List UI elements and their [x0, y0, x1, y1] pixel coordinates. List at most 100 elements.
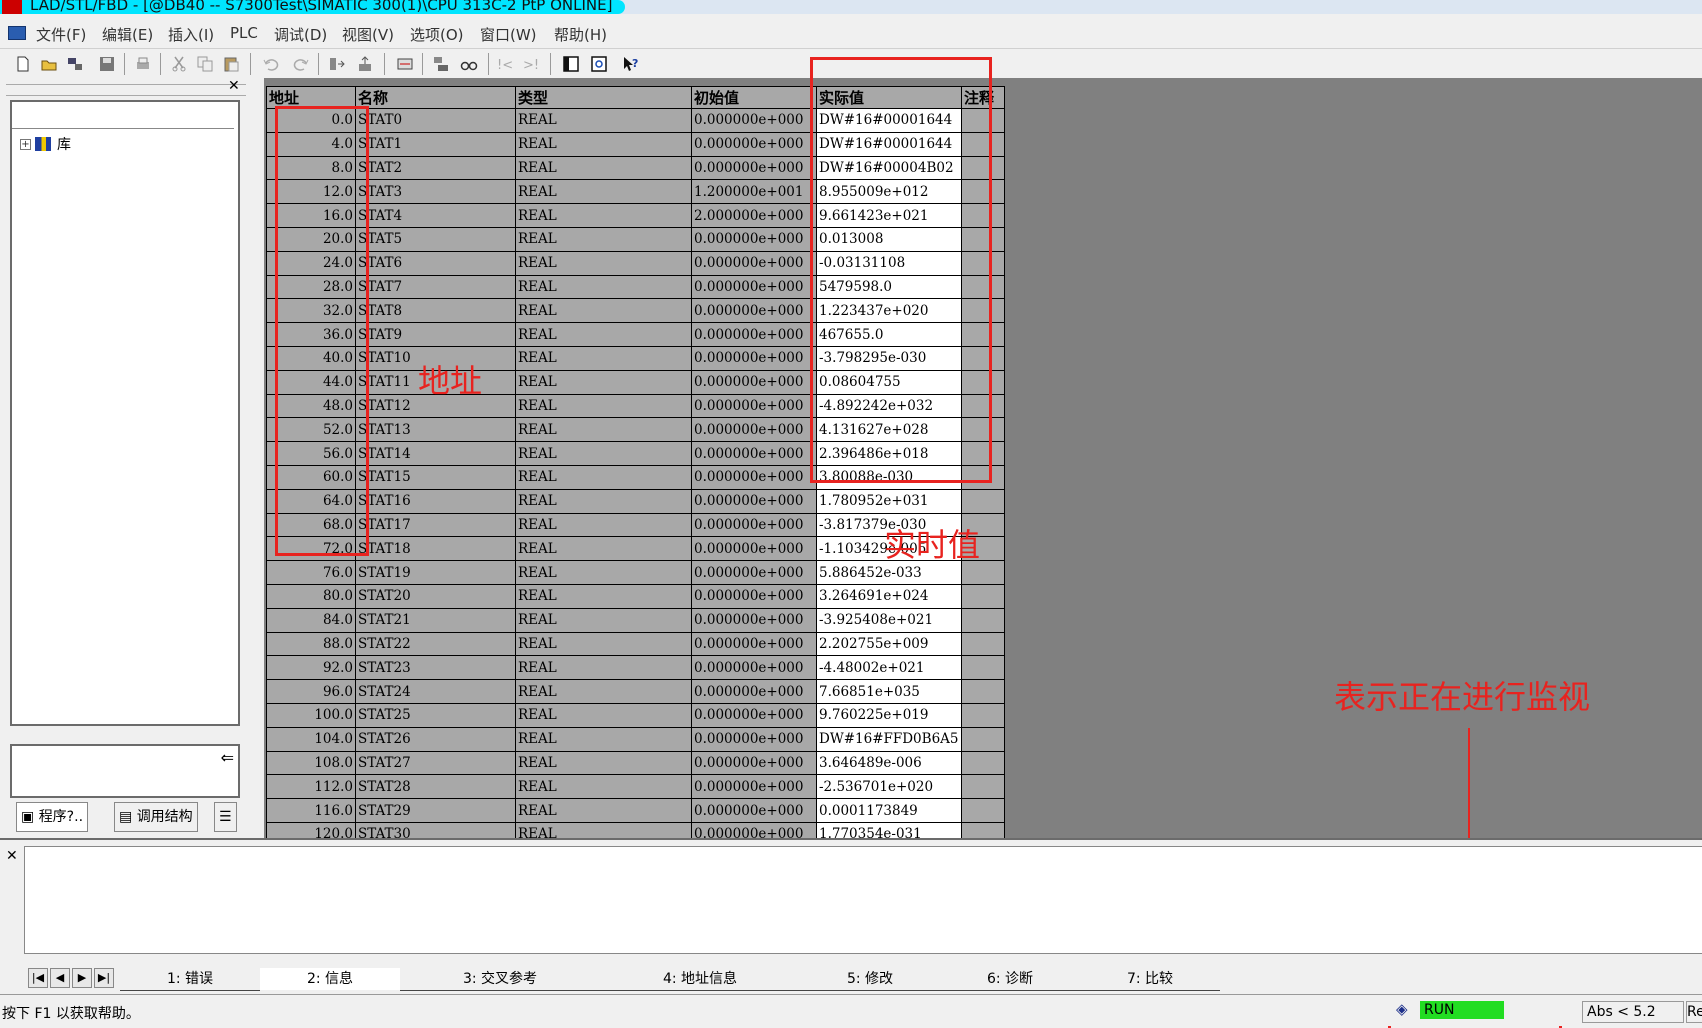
header-name[interactable]: 名称	[355, 86, 516, 109]
cell-actual-value[interactable]: 1.780952e+031	[816, 488, 962, 514]
cell-type[interactable]: REAL	[515, 702, 692, 728]
cell-type[interactable]: REAL	[515, 298, 692, 324]
menu-options[interactable]: 选项(O)	[410, 24, 464, 45]
diagnose-icon[interactable]	[396, 55, 414, 73]
cell-initial-value[interactable]: 0.000000e+000	[691, 702, 817, 728]
menu-window[interactable]: 窗口(W)	[480, 24, 537, 45]
cell-address[interactable]: 88.0	[266, 631, 356, 657]
cell-initial-value[interactable]: 0.000000e+000	[691, 679, 817, 704]
insert-element-icon[interactable]: ⇐	[221, 748, 234, 767]
cell-name[interactable]: STAT22	[355, 631, 516, 657]
cell-actual-value[interactable]: 3.646489e-006	[816, 750, 962, 776]
cell-name[interactable]: STAT20	[355, 583, 516, 609]
cell-type[interactable]: REAL	[515, 441, 692, 466]
cell-type[interactable]: REAL	[515, 560, 692, 585]
cell-name[interactable]: STAT14	[355, 441, 516, 466]
cell-type[interactable]: REAL	[515, 679, 692, 704]
cell-comment[interactable]	[961, 488, 1005, 514]
cell-address[interactable]: 76.0	[266, 560, 356, 585]
cell-actual-value[interactable]: 7.66851e+035	[816, 679, 962, 704]
cell-actual-value[interactable]: -3.925408e+021	[816, 607, 962, 633]
cell-initial-value[interactable]: 0.000000e+000	[691, 774, 817, 800]
cell-initial-value[interactable]: 1.200000e+001	[691, 179, 817, 205]
cell-initial-value[interactable]: 2.000000e+000	[691, 203, 817, 228]
prev-tab-icon[interactable]: ◀	[50, 968, 70, 988]
cell-initial-value[interactable]: 0.000000e+000	[691, 131, 817, 157]
cell-comment[interactable]	[961, 607, 1005, 633]
table-row[interactable]: 100.0 STAT25 REAL 0.000000e+000 9.760225e+01…	[266, 702, 1005, 728]
tab-address-info[interactable]: 4: 地址信息	[600, 968, 800, 991]
cell-name[interactable]: STAT21	[355, 607, 516, 633]
cell-actual-value[interactable]: -2.536701e+020	[816, 774, 962, 800]
cell-name[interactable]: STAT6	[355, 250, 516, 276]
cell-type[interactable]: REAL	[515, 226, 692, 252]
cell-comment[interactable]	[961, 798, 1005, 823]
document-window-icon[interactable]	[8, 26, 26, 40]
new-file-icon[interactable]	[14, 55, 32, 73]
cell-type[interactable]: REAL	[515, 631, 692, 657]
expand-icon[interactable]: +	[20, 138, 31, 150]
cell-name[interactable]: STAT5	[355, 226, 516, 252]
header-initial-value[interactable]: 初始值	[691, 86, 817, 109]
table-row[interactable]: 96.0 STAT24 REAL 0.000000e+000 7.66851e+035	[266, 679, 1005, 704]
cell-address[interactable]: 100.0	[266, 702, 356, 728]
cell-actual-value[interactable]: 9.760225e+019	[816, 702, 962, 728]
cell-type[interactable]: REAL	[515, 774, 692, 800]
header-type[interactable]: 类型	[515, 86, 692, 109]
cell-type[interactable]: REAL	[515, 131, 692, 157]
cell-comment[interactable]	[961, 726, 1005, 752]
cell-name[interactable]: STAT18	[355, 536, 516, 562]
save-icon[interactable]	[98, 55, 116, 73]
cell-type[interactable]: REAL	[515, 203, 692, 228]
cell-initial-value[interactable]: 0.000000e+000	[691, 750, 817, 776]
cell-name[interactable]: STAT8	[355, 298, 516, 324]
cell-initial-value[interactable]: 0.000000e+000	[691, 512, 817, 538]
cell-address[interactable]: 84.0	[266, 607, 356, 633]
open-folder-icon[interactable]	[40, 55, 58, 73]
cell-comment[interactable]	[961, 655, 1005, 681]
cell-initial-value[interactable]: 0.000000e+000	[691, 536, 817, 562]
copy-icon[interactable]	[196, 55, 214, 73]
cell-name[interactable]: STAT13	[355, 417, 516, 443]
redo-icon[interactable]	[292, 55, 310, 73]
cell-comment[interactable]	[961, 679, 1005, 704]
cell-type[interactable]: REAL	[515, 464, 692, 490]
tab-diagnostics[interactable]: 6: 诊断	[940, 968, 1080, 991]
cell-type[interactable]: REAL	[515, 488, 692, 514]
menu-insert[interactable]: 插入(I)	[168, 24, 214, 45]
cell-actual-value[interactable]: -4.48002e+021	[816, 655, 962, 681]
cell-initial-value[interactable]: 0.000000e+000	[691, 274, 817, 300]
cell-name[interactable]: STAT28	[355, 774, 516, 800]
cell-name[interactable]: STAT0	[355, 108, 516, 133]
cell-name[interactable]: STAT9	[355, 322, 516, 347]
cell-type[interactable]: REAL	[515, 179, 692, 205]
cell-address[interactable]: 104.0	[266, 726, 356, 752]
tab-info[interactable]: 2: 信息	[260, 968, 400, 990]
cell-type[interactable]: REAL	[515, 655, 692, 681]
cell-initial-value[interactable]: 0.000000e+000	[691, 298, 817, 324]
cut-icon[interactable]	[170, 55, 188, 73]
cell-actual-value[interactable]: 3.264691e+024	[816, 583, 962, 609]
paste-icon[interactable]	[222, 55, 240, 73]
cell-comment[interactable]	[961, 702, 1005, 728]
cell-type[interactable]: REAL	[515, 155, 692, 181]
cell-name[interactable]: STAT19	[355, 560, 516, 585]
cell-type[interactable]: REAL	[515, 322, 692, 347]
cell-type[interactable]: REAL	[515, 512, 692, 538]
tab-cross-reference[interactable]: 3: 交叉参考	[400, 968, 600, 991]
cell-type[interactable]: REAL	[515, 536, 692, 562]
cell-actual-value[interactable]: 0.0001173849	[816, 798, 962, 823]
details-icon[interactable]	[590, 55, 608, 73]
cell-type[interactable]: REAL	[515, 250, 692, 276]
message-panel-close-icon[interactable]: ✕	[6, 848, 18, 864]
cell-comment[interactable]	[961, 631, 1005, 657]
cell-name[interactable]: STAT24	[355, 679, 516, 704]
tab-compare[interactable]: 7: 比较	[1080, 968, 1220, 991]
cell-type[interactable]: REAL	[515, 750, 692, 776]
download-icon[interactable]	[328, 55, 346, 73]
cell-initial-value[interactable]: 0.000000e+000	[691, 108, 817, 133]
cell-name[interactable]: STAT29	[355, 798, 516, 823]
first-tab-icon[interactable]: |◀	[28, 968, 48, 988]
cell-type[interactable]: REAL	[515, 798, 692, 823]
cell-name[interactable]: STAT17	[355, 512, 516, 538]
